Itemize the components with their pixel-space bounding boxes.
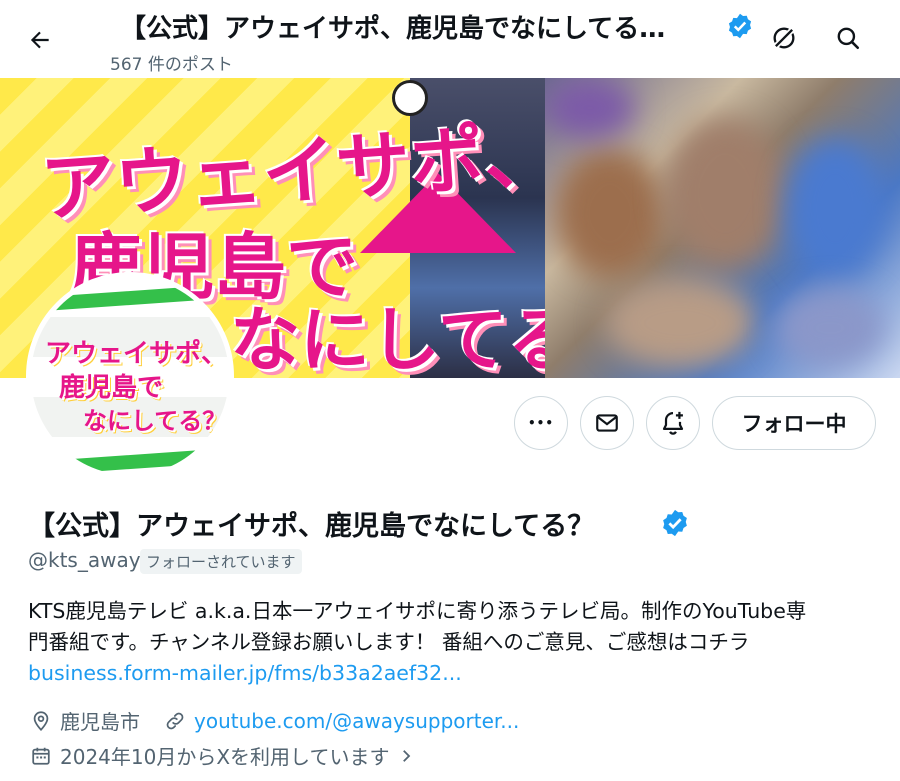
notification-bell-icon (662, 411, 684, 435)
search-icon (837, 27, 860, 50)
avatar-logo-line2: 鹿児島で (59, 373, 164, 403)
profile-meta-location-website: 鹿児島市 youtube.com/@awaysupporter... (28, 706, 519, 735)
bio-line-1: KTS鹿児島テレビ a.k.a.日本一アウェイサポに寄り添うテレビ局。制作のYo… (28, 599, 807, 623)
profile-avatar[interactable]: アウェイサポ、 鹿児島で なにしてる？ (26, 272, 234, 480)
message-icon (596, 414, 618, 432)
profile-header: 【公式】アウェイサポ、鹿児島でなにしてる… 567 件のポスト (0, 0, 900, 78)
bio-link[interactable]: business.form-mailer.jp/fms/b33a2aef32..… (28, 658, 878, 689)
profile-meta-joined[interactable]: 2024年10月からXを利用しています (28, 741, 425, 770)
banner-blurred-photo (545, 78, 900, 378)
profile-website-link[interactable]: youtube.com/@awaysupporter... (194, 709, 519, 733)
header-title: 【公式】アウェイサポ、鹿児島でなにしてる… (120, 14, 666, 44)
grok-icon (772, 26, 796, 50)
following-button[interactable]: フォロー中 (712, 396, 876, 450)
profile-bio: KTS鹿児島テレビ a.k.a.日本一アウェイサポに寄り添うテレビ局。制作のYo… (28, 596, 878, 689)
notifications-button[interactable] (646, 396, 700, 450)
profile-location: 鹿児島市 (60, 710, 140, 734)
more-icon: ••• (527, 416, 554, 430)
location-pin-icon (28, 708, 54, 734)
back-arrow-icon (30, 31, 49, 49)
avatar-logo-line3: なにしてる？ (83, 407, 227, 435)
verified-badge-icon[interactable] (660, 508, 690, 538)
post-count: 567 件のポスト (110, 55, 233, 75)
display-name: 【公式】アウェイサポ、鹿児島でなにしてる？ (28, 511, 595, 542)
search-button[interactable] (826, 16, 870, 60)
grok-button[interactable] (762, 16, 806, 60)
avatar-logo-line1: アウェイサポ、 (45, 339, 228, 369)
chevron-right-icon (393, 743, 419, 769)
back-button[interactable] (18, 18, 62, 62)
message-button[interactable] (580, 396, 634, 450)
calendar-icon (28, 743, 54, 769)
link-icon (162, 708, 188, 734)
verified-badge-icon (728, 13, 752, 39)
follows-you-badge: フォローされています (140, 549, 302, 574)
more-button[interactable]: ••• (514, 396, 568, 450)
profile-joined-date: 2024年10月からXを利用しています (60, 745, 390, 769)
user-handle: @kts_away (28, 548, 141, 572)
bio-line-2: 門番組です。チャンネル登録お願いします！ 番組へのご意見、ご感想はコチラ (28, 630, 750, 654)
